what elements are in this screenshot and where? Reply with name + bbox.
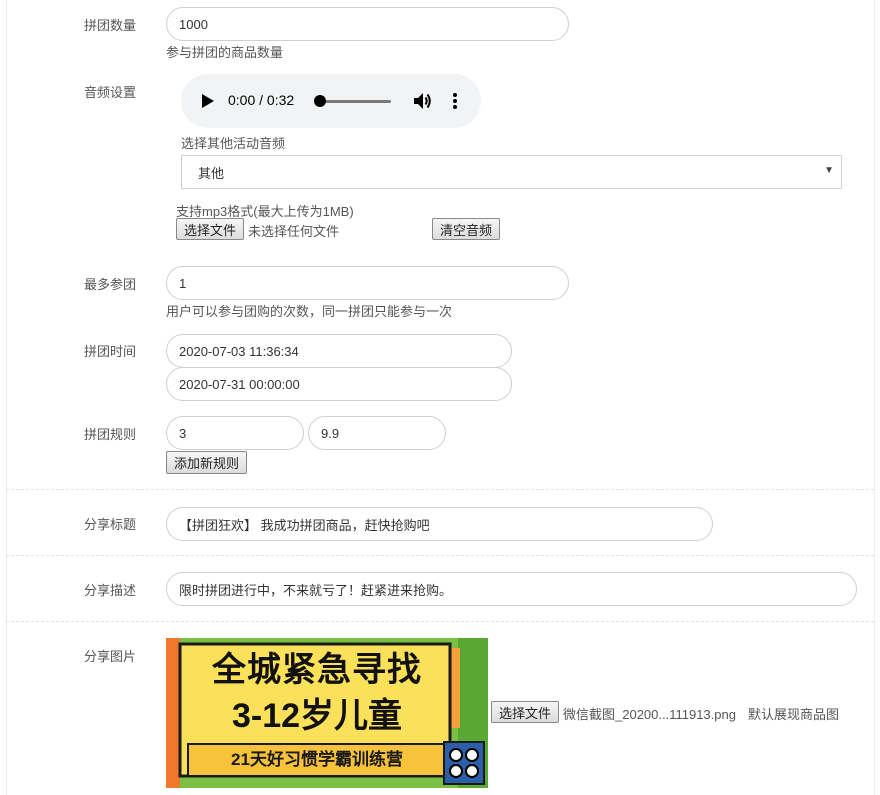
divider: [6, 555, 874, 556]
left-border: [6, 0, 7, 795]
share-title-input[interactable]: 【拼团狂欢】 我成功拼团商品，赶快抢购吧: [166, 507, 713, 541]
divider: [6, 621, 874, 622]
clear-audio-button[interactable]: 清空音频: [432, 218, 500, 240]
more-options-icon[interactable]: [452, 92, 458, 110]
rule-people-input[interactable]: 3: [166, 416, 304, 450]
other-audio-label: 选择其他活动音频: [181, 136, 286, 151]
group-count-label: 拼团数量: [84, 18, 137, 33]
play-icon[interactable]: [201, 93, 215, 109]
audio-progress-thumb[interactable]: [314, 95, 326, 107]
add-rule-button[interactable]: 添加新规则: [166, 451, 247, 474]
default-image-text: 默认展现商品图: [748, 707, 840, 722]
group-count-input[interactable]: 1000: [166, 7, 569, 41]
poster-line3: 21天好习惯学霸训练营: [231, 750, 403, 769]
other-audio-select-value: 其他: [198, 165, 225, 181]
chevron-down-icon: ▼: [824, 165, 834, 176]
volume-icon[interactable]: [413, 92, 433, 110]
share-desc-input[interactable]: 限时拼团进行中，不来就亏了！赶紧进来抢购。: [166, 572, 857, 606]
audio-progress-track[interactable]: [315, 100, 391, 103]
no-file-text: 未选择任何文件: [248, 224, 340, 239]
group-end-time-input[interactable]: 2020-07-31 00:00:00: [166, 367, 512, 401]
share-image-label: 分享图片: [84, 649, 137, 664]
max-join-input[interactable]: 1: [166, 266, 569, 300]
image-file-name: 微信截图_20200...111913.png: [563, 707, 736, 722]
group-rules-label: 拼团规则: [84, 427, 137, 442]
group-count-help: 参与拼团的商品数量: [166, 45, 284, 60]
audio-time: 0:00 / 0:32: [228, 92, 295, 108]
audio-setting-label: 音频设置: [84, 85, 137, 100]
max-join-help: 用户可以参与团购的次数，同一拼团只能参与一次: [166, 304, 453, 319]
choose-audio-file-button[interactable]: 选择文件: [176, 218, 244, 240]
share-image-preview: 全城紧急寻找 3-12岁儿童 21天好习惯学霸训练营: [166, 638, 488, 788]
divider: [6, 489, 874, 490]
choose-image-file-button[interactable]: 选择文件: [491, 701, 559, 723]
group-start-time-input[interactable]: 2020-07-03 11:36:34: [166, 334, 512, 368]
poster-line2: 3-12岁儿童: [231, 697, 403, 735]
max-join-label: 最多参团: [84, 277, 137, 292]
rule-price-input[interactable]: 9.9: [308, 416, 446, 450]
right-border: [874, 0, 875, 795]
group-time-label: 拼团时间: [84, 344, 137, 359]
share-title-label: 分享标题: [84, 517, 137, 532]
share-desc-label: 分享描述: [84, 583, 137, 598]
audio-player[interactable]: 0:00 / 0:32: [181, 74, 481, 128]
poster-line1: 全城紧急寻找: [212, 651, 422, 689]
other-audio-select[interactable]: 其他 ▼: [181, 155, 842, 189]
